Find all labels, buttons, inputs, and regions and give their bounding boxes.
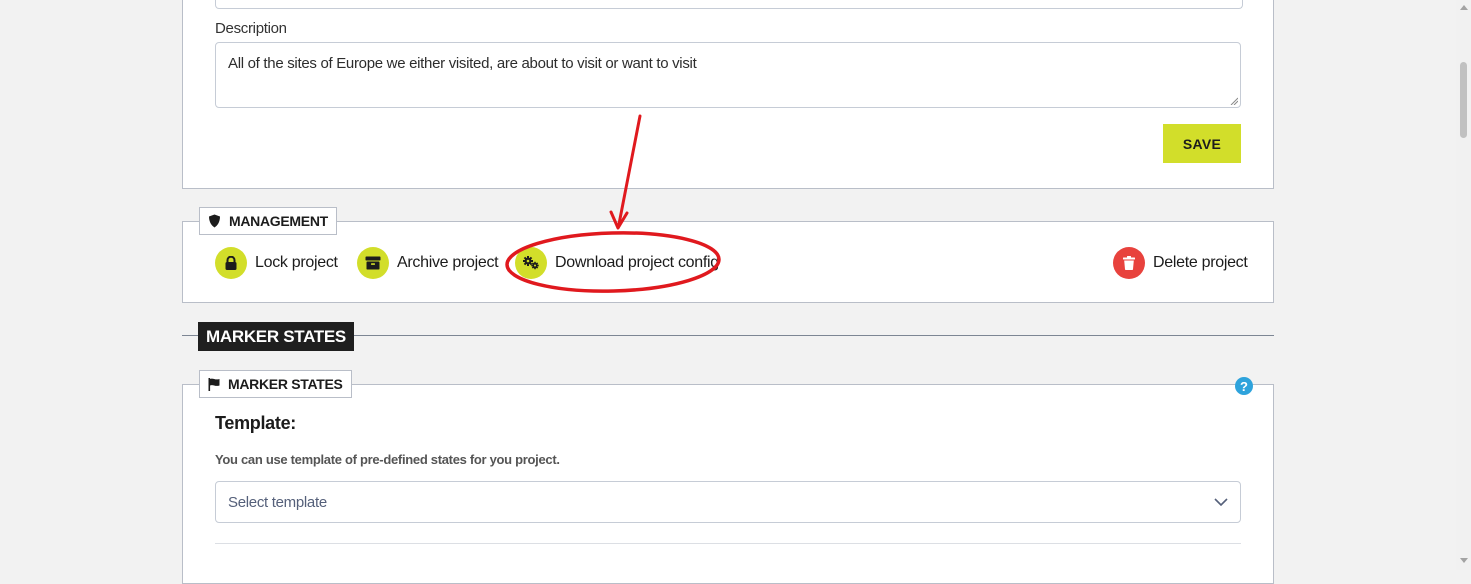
shield-icon: [209, 214, 220, 228]
lock-icon: [215, 247, 247, 279]
delete-project-button[interactable]: Delete project: [1113, 246, 1248, 280]
gears-icon: [515, 247, 547, 279]
lock-project-label: Lock project: [255, 254, 338, 271]
scroll-down-icon[interactable]: [1460, 558, 1468, 563]
project-details-panel: Description All of the sites of Europe w…: [182, 0, 1274, 189]
archive-project-button[interactable]: Archive project: [357, 246, 499, 280]
management-panel: MANAGEMENT Lock project Archive project: [182, 207, 1274, 303]
download-config-label: Download project config: [555, 254, 719, 271]
management-legend: MANAGEMENT: [199, 207, 337, 235]
template-heading: Template:: [215, 413, 296, 433]
section-title: MARKER STATES: [198, 322, 354, 351]
scroll-thumb[interactable]: [1460, 62, 1467, 138]
resize-grip-icon[interactable]: [1230, 97, 1238, 105]
help-icon[interactable]: ?: [1235, 377, 1253, 395]
marker-states-legend: MARKER STATES: [199, 370, 352, 398]
chevron-down-icon: [1214, 498, 1228, 506]
delete-project-label: Delete project: [1153, 254, 1248, 271]
vertical-scrollbar[interactable]: [1456, 0, 1471, 570]
name-input[interactable]: [215, 0, 1243, 9]
scroll-up-icon[interactable]: [1460, 5, 1468, 10]
lock-project-button[interactable]: Lock project: [215, 246, 338, 280]
marker-states-legend-title: MARKER STATES: [228, 376, 343, 392]
archive-box-icon: [357, 247, 389, 279]
description-label: Description: [215, 20, 287, 37]
archive-project-label: Archive project: [397, 254, 499, 271]
template-hint: You can use template of pre-defined stat…: [215, 452, 560, 467]
marker-states-panel: MARKER STATES ? Template: You can use te…: [182, 370, 1274, 584]
template-select-value: Select template: [228, 493, 327, 511]
management-title: MANAGEMENT: [229, 213, 328, 229]
flag-icon: [208, 377, 220, 391]
content-divider: [215, 543, 1241, 544]
trash-icon: [1113, 247, 1145, 279]
template-select[interactable]: Select template: [215, 481, 1241, 523]
description-value: All of the sites of Europe we either vis…: [228, 55, 697, 72]
description-textarea[interactable]: All of the sites of Europe we either vis…: [215, 42, 1241, 108]
download-config-button[interactable]: Download project config: [515, 246, 719, 280]
save-button[interactable]: SAVE: [1163, 124, 1241, 163]
